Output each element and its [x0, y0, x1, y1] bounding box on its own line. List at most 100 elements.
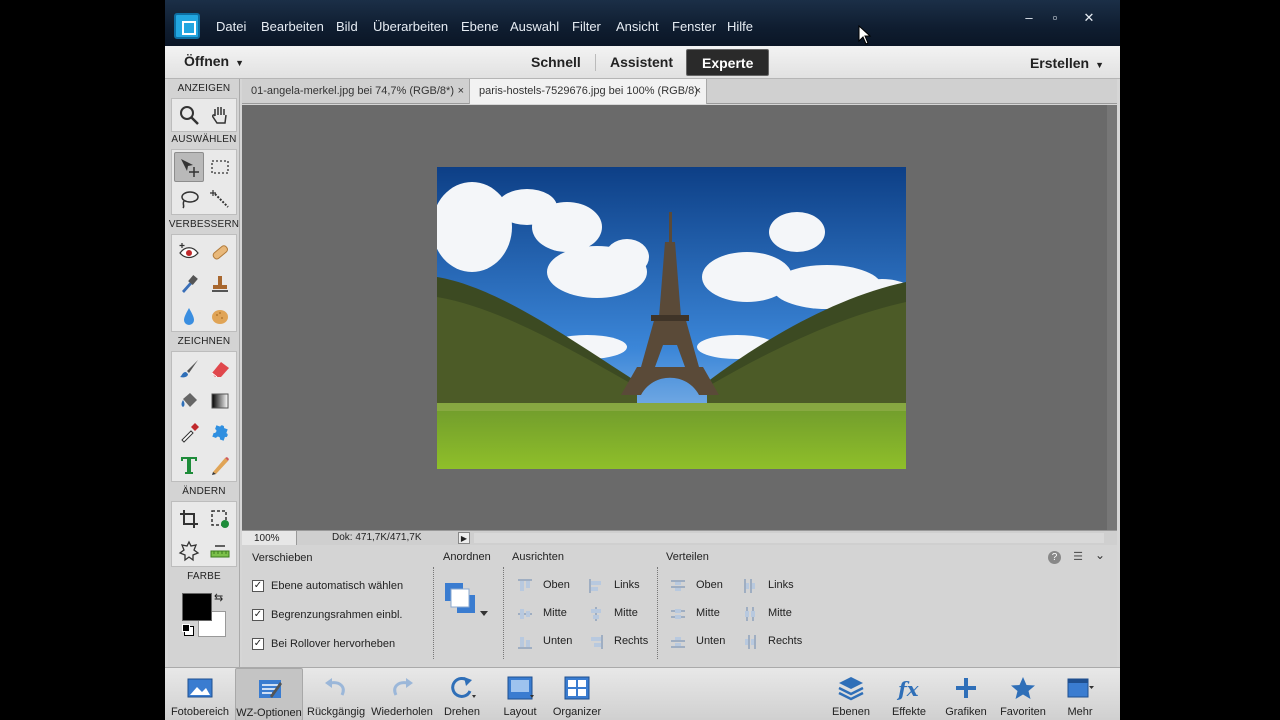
doc-tab-merkel[interactable]: 01-angela-merkel.jpg bei 74,7% (RGB/8*) … — [242, 79, 470, 104]
task-label: Mehr — [1067, 706, 1093, 718]
photo-bin-icon — [187, 678, 213, 698]
paint-bucket-icon — [181, 393, 197, 407]
mode-tab-assistent[interactable]: Assistent — [595, 49, 688, 76]
clone-stamp-tool[interactable] — [205, 269, 235, 299]
hand-icon — [212, 107, 227, 124]
swap-colors-icon[interactable]: ⇆ — [214, 591, 223, 604]
organizer-button[interactable]: Organizer — [549, 668, 605, 720]
crop-tool[interactable] — [174, 504, 204, 534]
section-auswaehlen: AUSWÄHLEN — [171, 134, 237, 145]
brush-tool[interactable] — [174, 354, 204, 384]
smart-brush-tool[interactable] — [174, 269, 204, 299]
custom-shape-tool[interactable] — [205, 418, 235, 448]
pencil-tool[interactable] — [205, 450, 235, 480]
doc-tab-paris[interactable]: paris-hostels-7529676.jpg bei 100% (RGB/… — [470, 79, 707, 104]
align-label: Rechts — [614, 635, 649, 647]
menu-fenster[interactable]: Fenster — [672, 19, 716, 35]
close-button[interactable]: ✕ — [1077, 9, 1101, 27]
checkbox-label: Ebene automatisch wählen — [271, 580, 404, 592]
checkbox-box[interactable]: ✓ — [252, 580, 264, 592]
rotate-button[interactable]: Drehen — [439, 668, 485, 720]
tool-options-button[interactable]: WZ-Optionen — [235, 668, 303, 720]
undo-icon — [325, 678, 345, 696]
effects-button[interactable]: fx Effekte — [887, 668, 931, 720]
close-icon[interactable]: × — [458, 79, 464, 104]
text-tool[interactable] — [174, 450, 204, 480]
straighten-tool[interactable] — [205, 536, 235, 566]
panel-menu-icon[interactable]: ☰ — [1073, 550, 1083, 563]
arrange-button[interactable] — [445, 583, 489, 619]
more-button[interactable]: Mehr — [1059, 668, 1101, 720]
checkbox-box[interactable]: ✓ — [252, 609, 264, 621]
foreground-color-swatch[interactable] — [182, 593, 212, 621]
magic-wand-tool[interactable] — [205, 184, 235, 214]
doc-tab-label: paris-hostels-7529676.jpg bei 100% (RGB/… — [479, 85, 698, 97]
mode-tab-schnell[interactable]: Schnell — [516, 49, 596, 76]
close-icon[interactable]: × — [695, 79, 701, 104]
menu-ueberarbeiten[interactable]: Überarbeiten — [373, 19, 448, 35]
gradient-tool[interactable] — [205, 386, 235, 416]
zoom-level-field[interactable]: 100% — [242, 531, 297, 546]
mode-tab-experte[interactable]: Experte — [686, 49, 770, 76]
status-menu-arrow-icon[interactable]: ▶ — [458, 532, 470, 544]
menu-ansicht[interactable]: Ansicht — [616, 19, 659, 35]
checkbox-box[interactable]: ✓ — [252, 638, 264, 650]
horizontal-scrollbar[interactable] — [474, 533, 1104, 543]
move-tool[interactable] — [174, 152, 204, 182]
menu-hilfe[interactable]: Hilfe — [727, 19, 753, 35]
layout-button[interactable]: Layout — [497, 668, 543, 720]
menubar: Datei Bearbeiten Bild Überarbeiten Ebene… — [165, 0, 1120, 46]
minimize-button[interactable]: – — [1017, 9, 1041, 27]
zoom-tool[interactable] — [174, 100, 204, 130]
pencil-icon — [212, 457, 229, 475]
graphics-button[interactable]: Grafiken — [943, 668, 989, 720]
document-image[interactable] — [437, 167, 906, 469]
open-menu[interactable]: Öffnen ▼ — [184, 53, 244, 69]
spot-healing-tool[interactable] — [205, 237, 235, 267]
layers-button[interactable]: Ebenen — [829, 668, 873, 720]
default-colors-icon[interactable] — [182, 624, 190, 632]
recompose-tool[interactable] — [205, 504, 235, 534]
hand-tool[interactable] — [205, 100, 235, 130]
star-icon — [1011, 677, 1035, 699]
canvas-area[interactable] — [242, 105, 1117, 530]
menu-bearbeiten[interactable]: Bearbeiten — [261, 19, 324, 35]
menu-filter[interactable]: Filter — [572, 19, 601, 35]
marquee-tool[interactable] — [205, 152, 235, 182]
maximize-button[interactable]: ▫ — [1043, 9, 1067, 27]
content-aware-move-tool[interactable] — [174, 536, 204, 566]
photo-bin-button[interactable]: Fotobereich — [169, 668, 231, 720]
align-label: Mitte — [543, 607, 567, 619]
blur-tool[interactable] — [174, 301, 204, 331]
chevron-down-icon[interactable]: ⌄ — [1095, 548, 1105, 562]
toolbox: ANZEIGEN AUSWÄHLEN VERBESSERN ZEICHNEN Ä… — [168, 79, 240, 667]
create-menu[interactable]: Erstellen ▼ — [1030, 55, 1104, 71]
rect-marquee-icon — [211, 160, 229, 174]
divider — [657, 567, 658, 659]
redo-button[interactable]: Wiederholen — [369, 668, 435, 720]
section-farbe: FARBE — [187, 571, 221, 582]
arrange-icon — [445, 583, 488, 616]
vertical-scrollbar[interactable] — [1107, 105, 1117, 530]
tool-group-verbessern — [171, 234, 237, 332]
red-eye-tool[interactable] — [174, 237, 204, 267]
tool-options-icon — [259, 680, 282, 698]
distribute-label: Unten — [696, 635, 726, 647]
menu-ebene[interactable]: Ebene — [461, 19, 499, 35]
help-icon[interactable]: ? — [1048, 551, 1061, 564]
lasso-tool[interactable] — [174, 184, 204, 214]
paint-bucket-tool[interactable] — [174, 386, 204, 416]
menu-datei[interactable]: Datei — [216, 19, 246, 35]
chevron-down-icon: ▼ — [1095, 60, 1104, 70]
status-bar: 100% Dok: 471,7K/471,7K ▶ — [242, 530, 1117, 546]
menu-bild[interactable]: Bild — [336, 19, 358, 35]
bottom-taskbar: Fotobereich WZ-Optionen Rückgängig Wiede… — [165, 667, 1120, 720]
sponge-tool[interactable] — [205, 301, 235, 331]
undo-button[interactable]: Rückgängig — [307, 668, 365, 720]
section-zeichnen: ZEICHNEN — [177, 336, 231, 347]
eyedropper-tool[interactable] — [174, 418, 204, 448]
recompose-icon — [211, 510, 229, 528]
eraser-tool[interactable] — [205, 354, 235, 384]
favorites-button[interactable]: Favoriten — [997, 668, 1049, 720]
menu-auswahl[interactable]: Auswahl — [510, 19, 559, 35]
